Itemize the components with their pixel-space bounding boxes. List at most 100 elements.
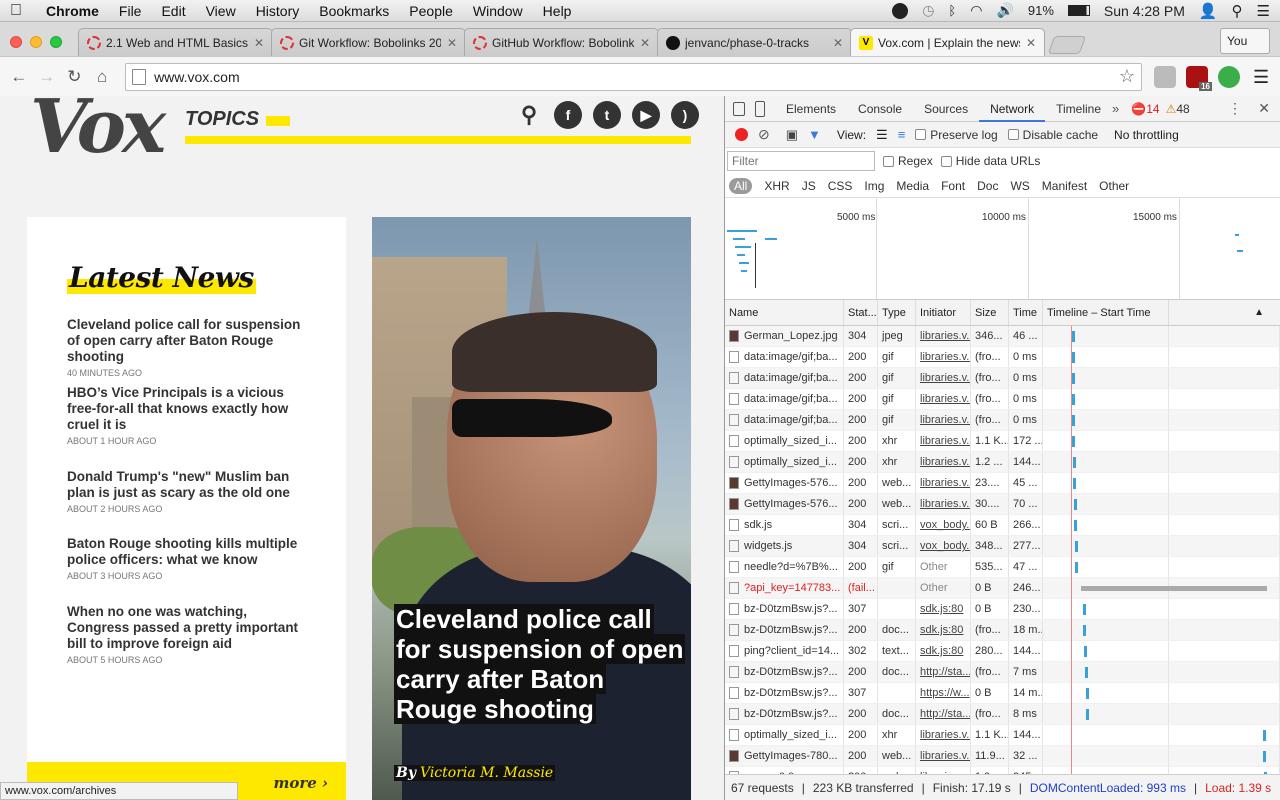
network-request-row[interactable]: needle?d=%7B%... 200 gif Other 535... 47 ...: [725, 557, 1280, 578]
kebab-menu-icon[interactable]: ⋮: [1228, 100, 1242, 117]
request-initiator[interactable]: libraries.v...: [916, 473, 971, 493]
request-initiator[interactable]: libraries.v...: [916, 389, 971, 409]
back-arrow-icon[interactable]: ←: [8, 67, 30, 87]
type-media[interactable]: Media: [896, 179, 929, 193]
hide-data-urls-checkbox[interactable]: Hide data URLs: [940, 154, 1040, 168]
news-item[interactable]: Donald Trump's "new" Muslim ban plan is …: [67, 469, 307, 514]
network-request-row[interactable]: data:image/gif;ba... 200 gif libraries.v...…: [725, 410, 1280, 431]
col-timeline[interactable]: Timeline – Start Time: [1043, 300, 1169, 325]
network-request-row[interactable]: bz-D0tzmBsw.js?... 307 sdk.js:80 0 B 230...: [725, 599, 1280, 620]
close-tab-icon[interactable]: ✕: [833, 36, 843, 50]
request-initiator[interactable]: http://sta...: [916, 662, 971, 682]
checkbox[interactable]: [883, 155, 894, 167]
col-type[interactable]: Type: [878, 300, 916, 325]
tampermonkey-icon[interactable]: [1154, 65, 1177, 88]
type-font[interactable]: Font: [941, 179, 965, 193]
news-headline[interactable]: Donald Trump's "new" Muslim ban plan is …: [67, 469, 307, 501]
clock[interactable]: Sun 4:28 PM: [1104, 3, 1185, 19]
network-request-row[interactable]: GettyImages-576... 200 web... libraries.v..…: [725, 494, 1280, 515]
error-count[interactable]: ⛔14: [1131, 102, 1159, 116]
news-item[interactable]: HBO’s Vice Principals is a vicious free-…: [67, 385, 307, 446]
type-ws[interactable]: WS: [1010, 179, 1029, 193]
reload-icon[interactable]: ↻: [64, 67, 86, 87]
news-headline[interactable]: Cleveland police call for suspension of …: [67, 317, 307, 365]
filter-input[interactable]: [727, 151, 875, 171]
close-tab-icon[interactable]: ✕: [447, 36, 457, 50]
network-request-row[interactable]: data:image/gif;ba... 200 gif libraries.v...…: [725, 368, 1280, 389]
checkbox[interactable]: [1007, 129, 1019, 140]
tab-phase-0-tracks[interactable]: jenvanc/phase-0-tracks ✕: [657, 28, 852, 56]
volume-icon[interactable]: 🔊: [996, 2, 1013, 19]
news-item[interactable]: Cleveland police call for suspension of …: [67, 317, 307, 378]
close-tab-icon[interactable]: ✕: [640, 36, 650, 50]
network-request-row[interactable]: sdk.js 304 scri... vox_body... 60 B 266...: [725, 515, 1280, 536]
col-name[interactable]: Name: [725, 300, 844, 325]
request-initiator[interactable]: libraries.v...: [916, 368, 971, 388]
zoom-window-button[interactable]: [50, 36, 62, 48]
request-initiator[interactable]: libraries.v...: [916, 746, 971, 766]
request-initiator[interactable]: libraries.v...: [916, 725, 971, 745]
news-headline[interactable]: Baton Rouge shooting kills multiple poli…: [67, 536, 307, 568]
bluetooth-icon[interactable]: ᛒ: [948, 3, 956, 18]
byline-author[interactable]: Victoria M. Massie: [417, 765, 556, 781]
facebook-icon[interactable]: f: [554, 101, 582, 129]
request-initiator[interactable]: vox_body...: [916, 536, 971, 556]
tab-vox[interactable]: V Vox.com | Explain the news ✕: [850, 28, 1045, 56]
network-request-row[interactable]: optimally_sized_i... 200 xhr libraries.v...…: [725, 452, 1280, 473]
user-icon[interactable]: 👤: [1199, 2, 1218, 20]
request-initiator[interactable]: libraries.v...: [916, 494, 971, 514]
youtube-icon[interactable]: ▶: [632, 101, 660, 129]
menu-window[interactable]: Window: [473, 3, 523, 19]
hero-headline[interactable]: Cleveland police call for suspension of …: [394, 604, 686, 724]
rss-icon[interactable]: ): [671, 101, 699, 129]
request-initiator[interactable]: http://sta...: [916, 704, 971, 724]
request-initiator[interactable]: Other: [916, 557, 971, 577]
overview-icon[interactable]: ≡: [898, 127, 906, 142]
network-request-row[interactable]: widgets.js 304 scri... vox_body... 348... 277…: [725, 536, 1280, 557]
tab-web-html-basics[interactable]: 2.1 Web and HTML Basics ✕: [78, 28, 273, 56]
large-rows-icon[interactable]: ☰: [876, 127, 888, 143]
home-icon[interactable]: ⌂: [91, 67, 113, 87]
checkbox[interactable]: [915, 129, 927, 140]
type-all[interactable]: All: [729, 177, 753, 194]
tab-git-workflow[interactable]: Git Workflow: Bobolinks 20 ✕: [271, 28, 466, 56]
network-request-row[interactable]: ?api_key=147783... (fail... Other 0 B 246...: [725, 578, 1280, 599]
menu-edit[interactable]: Edit: [161, 3, 185, 19]
twitter-icon[interactable]: t: [593, 101, 621, 129]
col-size[interactable]: Size: [971, 300, 1009, 325]
type-js[interactable]: JS: [802, 179, 816, 193]
network-request-row[interactable]: bz-D0tzmBsw.js?... 200 doc... http://sta...…: [725, 704, 1280, 725]
apple-icon[interactable]: : [10, 2, 26, 20]
bookmark-star-icon[interactable]: ☆: [1119, 66, 1135, 87]
network-request-row[interactable]: data:image/gif;ba... 200 gif libraries.v...…: [725, 347, 1280, 368]
request-initiator[interactable]: libraries.v...: [916, 347, 971, 367]
topics-menu[interactable]: TOPICS: [185, 108, 259, 131]
request-initiator[interactable]: sdk.js:80: [916, 599, 971, 619]
menu-bookmarks[interactable]: Bookmarks: [319, 3, 389, 19]
tab-timeline[interactable]: Timeline: [1045, 96, 1112, 122]
close-window-button[interactable]: [10, 36, 22, 48]
request-initiator[interactable]: libraries.v...: [916, 431, 971, 451]
request-initiator[interactable]: libraries.v...: [916, 326, 971, 346]
menu-file[interactable]: File: [119, 3, 142, 19]
request-initiator[interactable]: libraries.v...: [916, 410, 971, 430]
close-devtools-icon[interactable]: ✕: [1258, 100, 1270, 117]
evernote-icon[interactable]: [1218, 65, 1241, 88]
spotlight-icon[interactable]: ⚲: [1232, 2, 1243, 20]
type-doc[interactable]: Doc: [977, 179, 998, 193]
type-xhr[interactable]: XHR: [764, 179, 789, 193]
device-mode-icon[interactable]: [755, 100, 765, 117]
request-initiator[interactable]: vox_body...: [916, 515, 971, 535]
request-initiator[interactable]: libraries.v...: [916, 452, 971, 472]
tab-github-workflow[interactable]: GitHub Workflow: Bobolink ✕: [464, 28, 659, 56]
type-img[interactable]: Img: [864, 179, 884, 193]
news-item[interactable]: When no one was watching, Congress passe…: [67, 604, 307, 665]
throttling-select[interactable]: No throttling: [1114, 128, 1179, 142]
network-request-row[interactable]: optimally_sized_i... 200 xhr libraries.v...…: [725, 725, 1280, 746]
col-time[interactable]: Time: [1009, 300, 1043, 325]
network-request-row[interactable]: data:image/gif;ba... 200 gif libraries.v...…: [725, 389, 1280, 410]
sort-asc-icon[interactable]: ▲: [1169, 300, 1280, 325]
record-icon[interactable]: [735, 128, 748, 141]
hero-story[interactable]: Cleveland police call for suspension of …: [372, 217, 691, 800]
network-request-row[interactable]: bz-D0tzmBsw.js?... 307 https://w... 0 B 14 m…: [725, 683, 1280, 704]
